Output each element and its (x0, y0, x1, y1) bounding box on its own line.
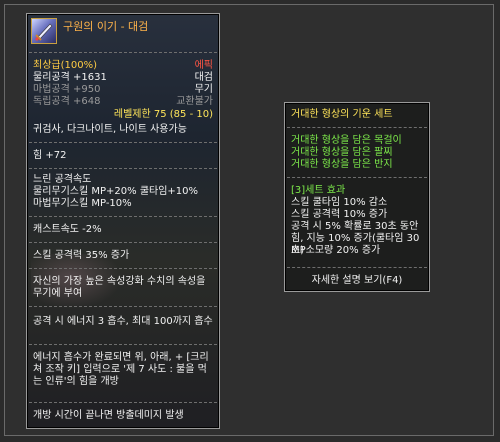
divider (287, 127, 427, 128)
element-option: 자신의 가장 높은 속성강화 수치의 속성을 무기에 부여 (33, 276, 206, 299)
attack-speed: 느린 공격속도 (33, 174, 92, 185)
cast-speed: 캐스트속도 -2% (33, 224, 102, 235)
trade-status: 교환불가 (176, 96, 213, 107)
energy-release-info: 에너지 흡수가 완료되면 위, 아래, + [크리쳐 조작 키] 입력으로 '제… (33, 352, 209, 387)
divider (287, 177, 427, 178)
set-piece: 거대한 형상을 담은 팔찌 (291, 147, 393, 158)
physical-attack: 물리공격 +1631 (33, 72, 107, 83)
set-effect: 스킬 쿨타임 10% 감소 (291, 197, 388, 208)
sword-icon (31, 18, 57, 44)
set-effect-title: [3]세트 효과 (291, 185, 346, 196)
release-damage: 개방 시간이 끝나면 방출데미지 발생 (33, 410, 184, 421)
divider (29, 402, 217, 403)
divider (29, 306, 217, 307)
divider (287, 267, 427, 268)
set-piece: 거대한 형상을 담은 반지 (291, 159, 393, 170)
detail-button[interactable]: 자세한 설명 보기(F4) (291, 275, 423, 287)
divider (29, 168, 217, 169)
magic-skill-mod: 마법무기스킬 MP-10% (33, 198, 132, 209)
divider (29, 242, 217, 243)
strength-bonus: 힘 +72 (33, 150, 67, 161)
divider (29, 142, 217, 143)
item-tooltip: 구원의 이기 - 대검 최상급(100%) 에픽 물리공격 +1631 대검 마… (26, 13, 220, 429)
set-piece: 거대한 형상을 담은 목걸이 (291, 135, 402, 146)
divider (29, 52, 217, 53)
grade-label: 최상급(100%) (33, 60, 97, 71)
rarity-value: 에픽 (194, 60, 213, 71)
item-name: 구원의 이기 - 대검 (63, 20, 149, 33)
set-title: 거대한 형상의 기운 세트 (291, 109, 393, 120)
divider (29, 344, 217, 345)
skill-attack: 스킬 공격력 35% 증가 (33, 250, 130, 261)
weapon-type: 대검 (194, 72, 213, 83)
set-effect: MP소모량 20% 증가 (291, 245, 381, 256)
set-tooltip: 거대한 형상의 기운 세트 거대한 형상을 담은 목걸이 거대한 형상을 담은 … (284, 102, 430, 292)
magic-attack: 마법공격 +950 (33, 84, 101, 95)
divider (29, 216, 217, 217)
set-effect: 스킬 공격력 10% 증가 (291, 209, 388, 220)
physical-skill-mod: 물리무기스킬 MP+20% 쿨타임+10% (33, 186, 199, 197)
usable-classes: 귀검사, 다크나이트, 나이트 사용가능 (33, 124, 187, 135)
item-category: 무기 (194, 84, 213, 95)
energy-absorb: 공격 시 에너지 3 흡수, 최대 100까지 흡수 (33, 316, 213, 327)
level-limit: 레벨제한 75 (85 - 10) (113, 109, 213, 120)
divider (29, 268, 217, 269)
